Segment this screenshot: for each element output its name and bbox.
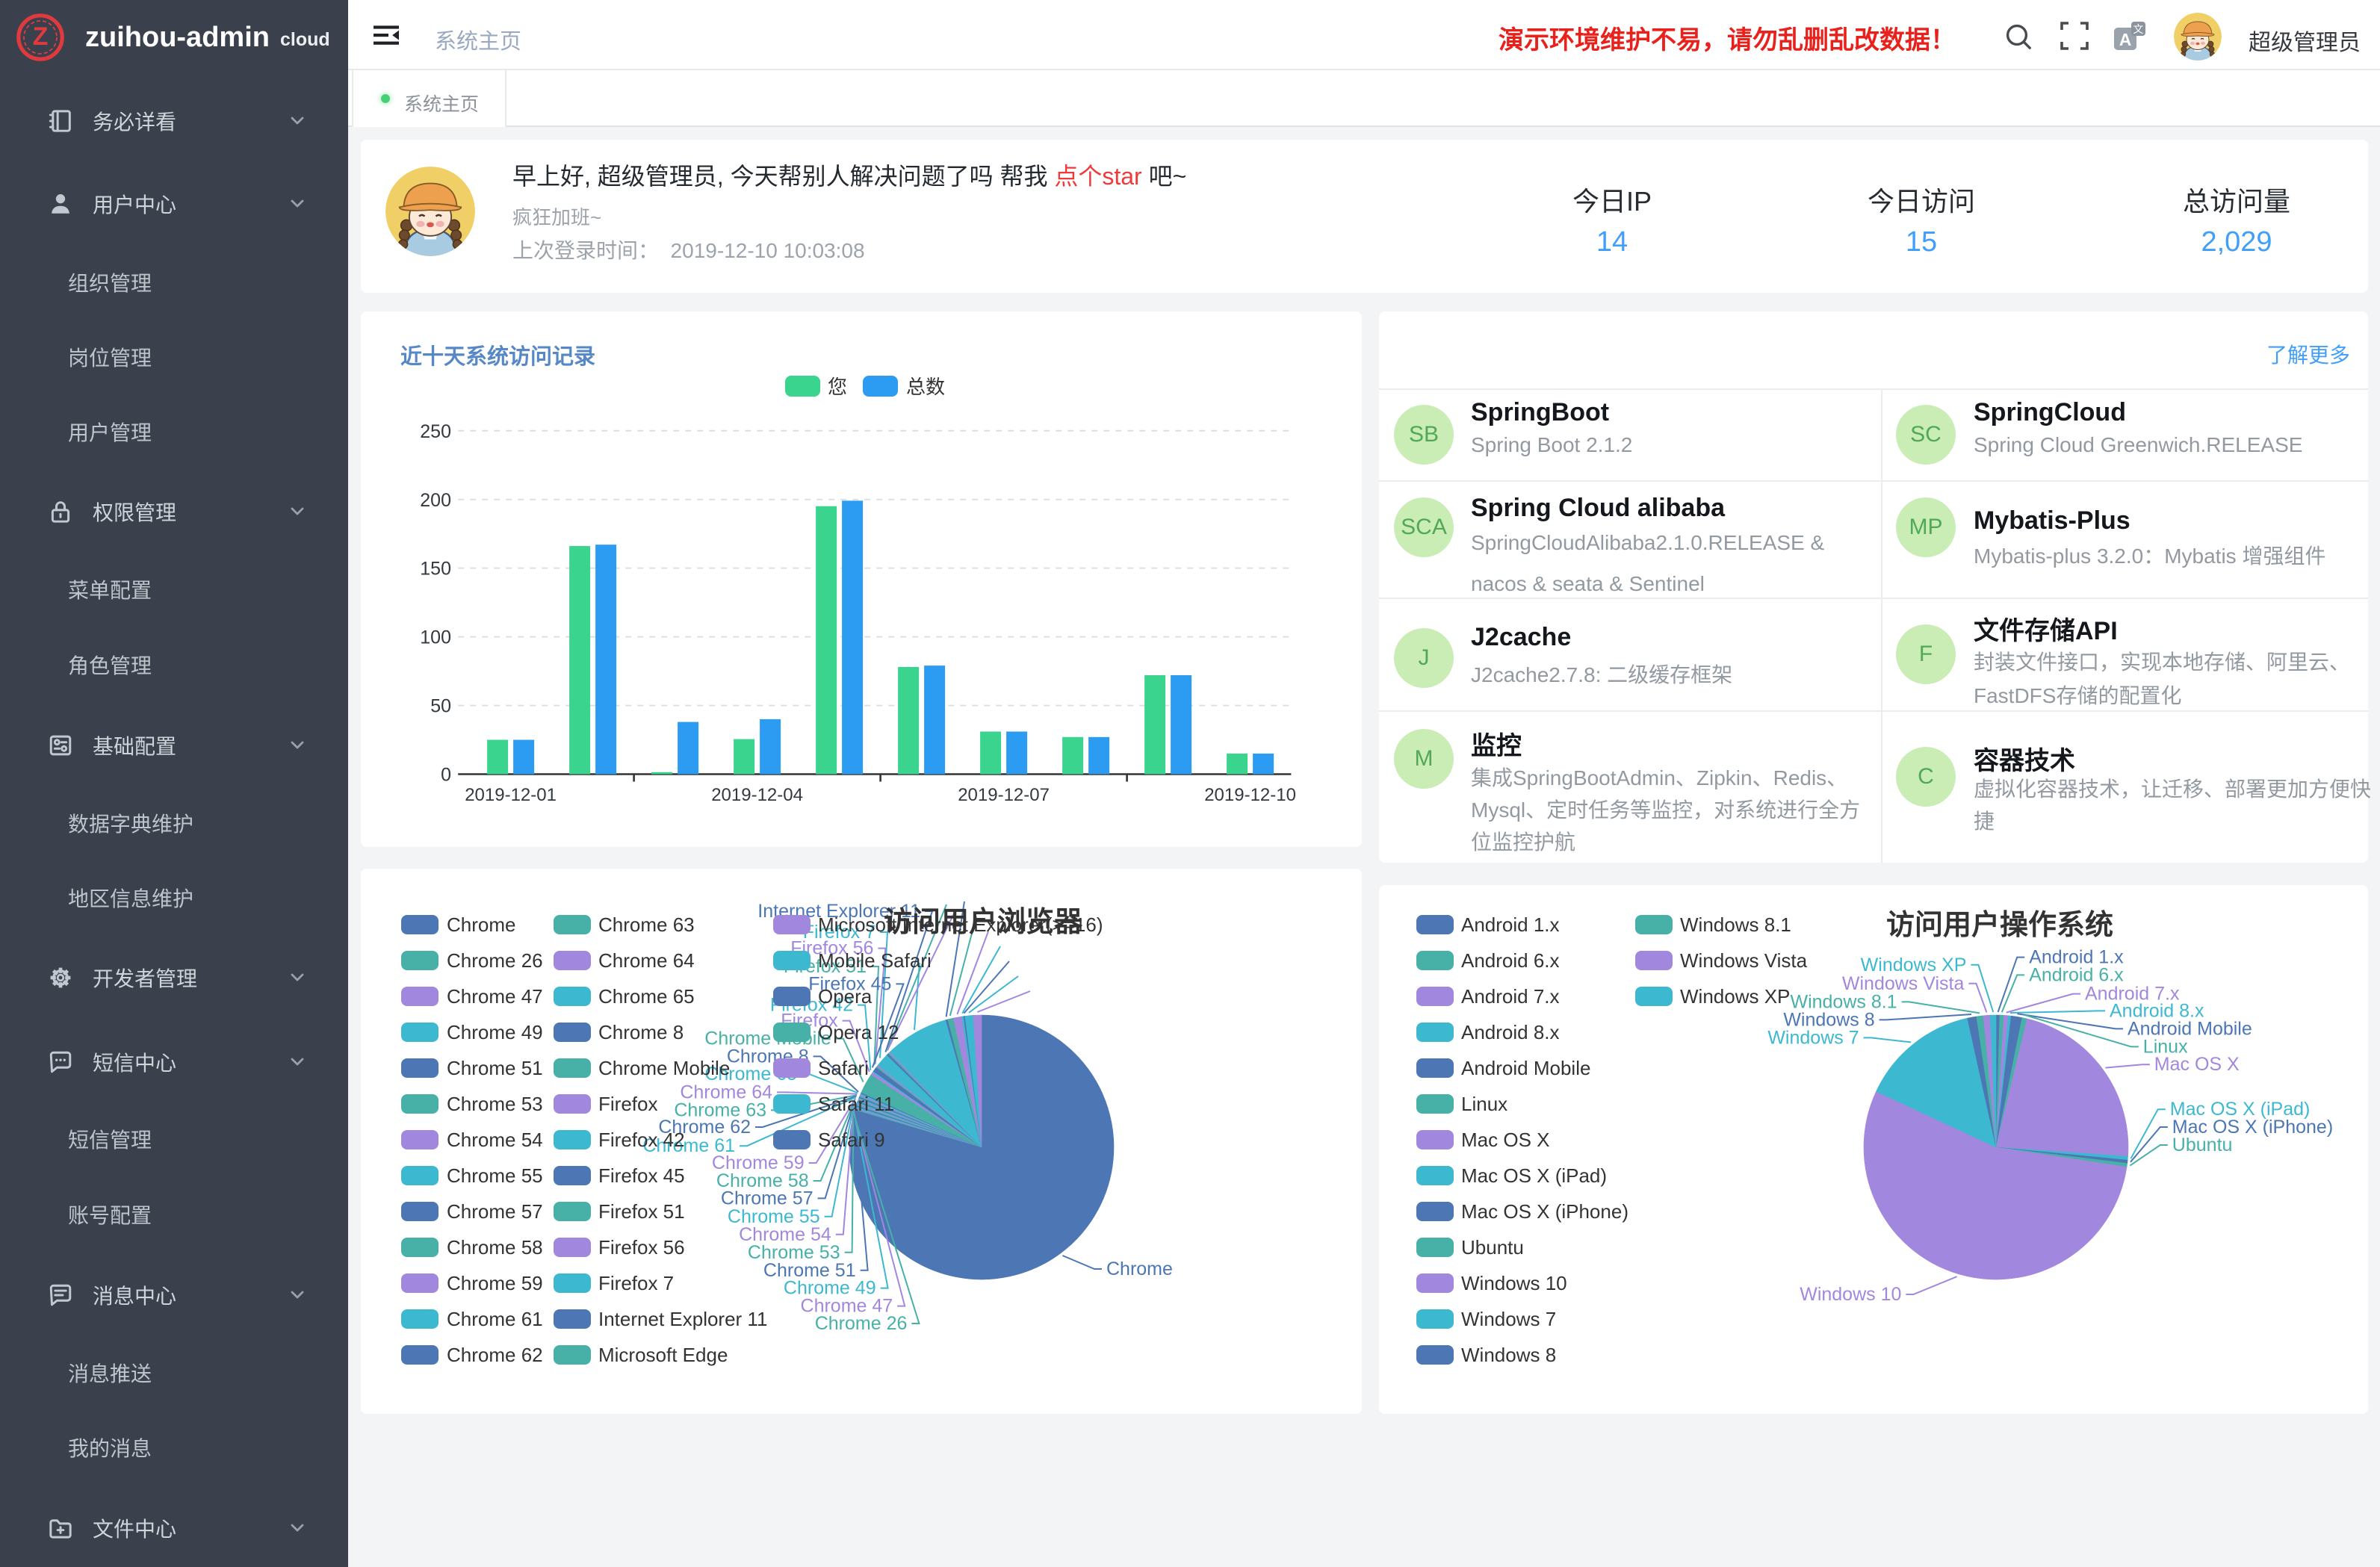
svg-text:Firefox 45: Firefox 45 <box>598 1164 685 1187</box>
svg-text:Chrome 64: Chrome 64 <box>598 949 695 972</box>
svg-text:2019-12-01: 2019-12-01 <box>465 785 557 805</box>
svg-text:2019-12-04: 2019-12-04 <box>711 785 803 805</box>
svg-text:Android 1.x: Android 1.x <box>1461 913 1560 936</box>
svg-text:Android 7.x: Android 7.x <box>1461 985 1560 1008</box>
svg-text:Ubuntu: Ubuntu <box>2172 1135 2233 1155</box>
svg-text:Chrome 59: Chrome 59 <box>447 1272 543 1294</box>
svg-text:Windows 10: Windows 10 <box>1461 1272 1567 1294</box>
svg-text:Chrome Mobile: Chrome Mobile <box>598 1057 730 1079</box>
svg-text:Safari 9: Safari 9 <box>818 1129 885 1151</box>
svg-text:Chrome 8: Chrome 8 <box>598 1021 684 1043</box>
svg-text:Firefox: Firefox <box>598 1093 657 1115</box>
svg-text:Chrome: Chrome <box>447 913 515 936</box>
svg-text:Windows Vista: Windows Vista <box>1680 949 1808 972</box>
svg-text:Windows 10: Windows 10 <box>1800 1284 1901 1305</box>
svg-text:150: 150 <box>420 559 451 580</box>
svg-text:2019-12-10: 2019-12-10 <box>1204 785 1296 805</box>
svg-text:100: 100 <box>420 627 451 648</box>
svg-text:Ubuntu: Ubuntu <box>1461 1236 1524 1259</box>
svg-text:Chrome 54: Chrome 54 <box>447 1129 543 1151</box>
svg-text:Mobile Safari: Mobile Safari <box>818 949 932 972</box>
svg-text:Chrome 63: Chrome 63 <box>598 913 695 936</box>
svg-text:Opera: Opera <box>818 985 873 1008</box>
svg-text:Mac OS X (iPhone): Mac OS X (iPhone) <box>1461 1200 1628 1223</box>
svg-text:Safari: Safari <box>818 1057 869 1079</box>
svg-text:Mac OS X: Mac OS X <box>2154 1054 2240 1075</box>
svg-text:Chrome 62: Chrome 62 <box>447 1344 543 1366</box>
svg-text:访问用户操作系统: 访问用户操作系统 <box>1886 910 2113 941</box>
svg-text:200: 200 <box>420 490 451 511</box>
svg-text:Linux: Linux <box>1461 1093 1507 1115</box>
svg-text:Firefox 42: Firefox 42 <box>598 1129 685 1151</box>
svg-text:A: A <box>2119 30 2132 49</box>
svg-text:Chrome 26: Chrome 26 <box>447 949 543 972</box>
svg-text:Chrome 61: Chrome 61 <box>447 1308 543 1330</box>
svg-text:Chrome: Chrome <box>1106 1259 1173 1279</box>
svg-text:Windows 8: Windows 8 <box>1461 1344 1556 1366</box>
svg-text:Chrome 26: Chrome 26 <box>815 1313 908 1334</box>
svg-text:Chrome 55: Chrome 55 <box>447 1164 543 1187</box>
svg-text:Z: Z <box>33 22 49 51</box>
svg-text:Windows XP: Windows XP <box>1861 955 1967 975</box>
svg-text:Chrome 47: Chrome 47 <box>447 985 543 1008</box>
svg-text:2019-12-07: 2019-12-07 <box>958 785 1050 805</box>
svg-text:Android Mobile: Android Mobile <box>1461 1057 1590 1079</box>
svg-text:Safari 11: Safari 11 <box>818 1093 894 1115</box>
svg-text:近十天系统访问记录: 近十天系统访问记录 <box>400 344 595 369</box>
svg-text:Firefox 7: Firefox 7 <box>598 1272 674 1294</box>
svg-text:Chrome 49: Chrome 49 <box>447 1021 543 1043</box>
svg-text:Windows 7: Windows 7 <box>1767 1027 1859 1048</box>
svg-text:Firefox 51: Firefox 51 <box>598 1200 685 1223</box>
svg-text:Chrome 65: Chrome 65 <box>598 985 695 1008</box>
svg-text:Opera 12: Opera 12 <box>818 1021 899 1043</box>
svg-text:Mac OS X: Mac OS X <box>1461 1129 1549 1151</box>
svg-text:Android 6.x: Android 6.x <box>1461 949 1560 972</box>
svg-text:Firefox 56: Firefox 56 <box>598 1236 685 1259</box>
svg-text:Internet Explorer 11: Internet Explorer 11 <box>598 1308 767 1330</box>
svg-text:Android 6.x: Android 6.x <box>2029 964 2124 985</box>
svg-text:Microsoft Edge: Microsoft Edge <box>598 1344 728 1366</box>
svg-text:250: 250 <box>420 421 451 442</box>
svg-text:Android 8.x: Android 8.x <box>1461 1021 1560 1043</box>
svg-text:总数: 总数 <box>906 376 945 398</box>
svg-text:文: 文 <box>2133 23 2143 35</box>
svg-text:访问用户浏览器: 访问用户浏览器 <box>884 907 1083 938</box>
svg-text:Windows XP: Windows XP <box>1680 985 1790 1008</box>
svg-text:Windows 7: Windows 7 <box>1461 1308 1556 1330</box>
svg-text:Mac OS X (iPad): Mac OS X (iPad) <box>1461 1164 1607 1187</box>
svg-text:Chrome 53: Chrome 53 <box>447 1093 543 1115</box>
svg-text:Windows 8.1: Windows 8.1 <box>1680 913 1791 936</box>
svg-text:Chrome 57: Chrome 57 <box>447 1200 543 1223</box>
svg-text:Chrome 51: Chrome 51 <box>447 1057 543 1079</box>
svg-text:Chrome 58: Chrome 58 <box>447 1236 543 1259</box>
svg-text:您: 您 <box>828 376 847 398</box>
svg-text:0: 0 <box>441 764 451 785</box>
svg-text:50: 50 <box>430 696 451 717</box>
